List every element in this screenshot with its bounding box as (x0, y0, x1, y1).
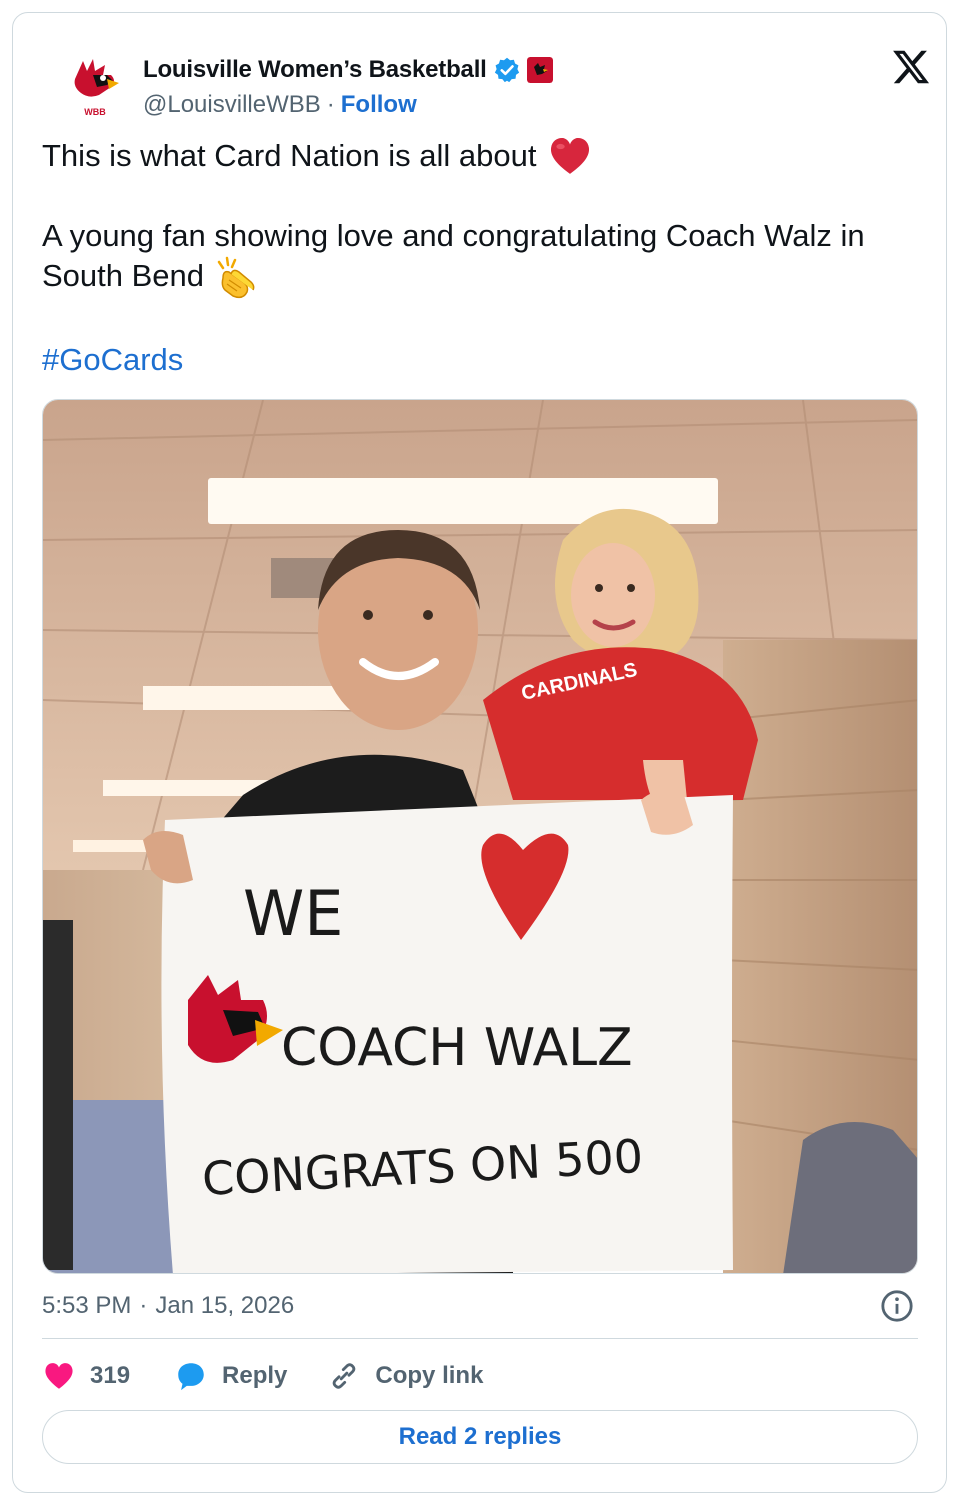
copy-link-label: Copy link (375, 1362, 484, 1389)
reply-label: Reply (222, 1362, 288, 1389)
reply-bubble-icon (178, 1363, 204, 1391)
link-icon (333, 1363, 356, 1389)
tweet-line-1-text: This is what Card Nation is all about (42, 138, 537, 173)
heart-icon (45, 1363, 73, 1389)
like-button[interactable]: 319 (42, 1359, 130, 1393)
affiliate-badge-icon (526, 57, 553, 83)
hashtag-gocards[interactable]: #GoCards (42, 342, 183, 377)
verified-badge-icon (494, 57, 519, 83)
photo-illustration: CARDINALS WE COACH WALZ CONGRATS ON 500 (43, 400, 917, 1273)
tweet-date: Jan 15, 2026 (155, 1292, 295, 1319)
tweet-text: This is what Card Nation is all about A … (42, 136, 922, 380)
tweet-time: 5:53 PM (42, 1292, 132, 1319)
tweet-line-1: This is what Card Nation is all about (42, 136, 922, 176)
like-count: 319 (90, 1362, 131, 1389)
divider (42, 1338, 918, 1339)
author-handle-row: @LouisvilleWBB · Follow (143, 91, 417, 119)
read-replies-label: Read 2 replies (398, 1423, 562, 1450)
author-name-row: Louisville Women’s Basketball (143, 55, 553, 85)
tweet-line-2: A young fan showing love and congratulat… (42, 216, 922, 300)
author-handle[interactable]: @LouisvilleWBB (143, 91, 321, 119)
action-bar: 319 Reply Copy link (42, 1356, 527, 1396)
clapping-hands-emoji-icon (217, 256, 255, 299)
sign-line-we: WE (243, 877, 343, 950)
avatar-wbb-text: WBB (84, 107, 106, 117)
red-heart-emoji-icon (550, 137, 589, 174)
copy-link-button[interactable]: Copy link (327, 1359, 483, 1393)
hashtag-line: #GoCards (42, 340, 922, 380)
cardinal-avatar-icon[interactable]: WBB (63, 53, 127, 117)
timestamp-separator: · (139, 1292, 148, 1319)
tweet-line-2-text: A young fan showing love and congratulat… (42, 218, 865, 294)
tweet-timestamp[interactable]: 5:53 PM · Jan 15, 2026 (42, 1292, 294, 1320)
sign-line-coach: COACH WALZ (281, 1018, 633, 1078)
read-replies-button[interactable]: Read 2 replies (42, 1410, 918, 1464)
follow-link[interactable]: Follow (341, 91, 417, 119)
info-icon[interactable] (880, 1289, 914, 1323)
author-display-name[interactable]: Louisville Women’s Basketball (143, 56, 487, 84)
handle-separator: · (326, 91, 335, 118)
tweet-photo[interactable]: CARDINALS WE COACH WALZ CONGRATS ON 500 (42, 399, 918, 1274)
x-logo-icon[interactable] (891, 47, 931, 87)
reply-button[interactable]: Reply (174, 1359, 287, 1393)
